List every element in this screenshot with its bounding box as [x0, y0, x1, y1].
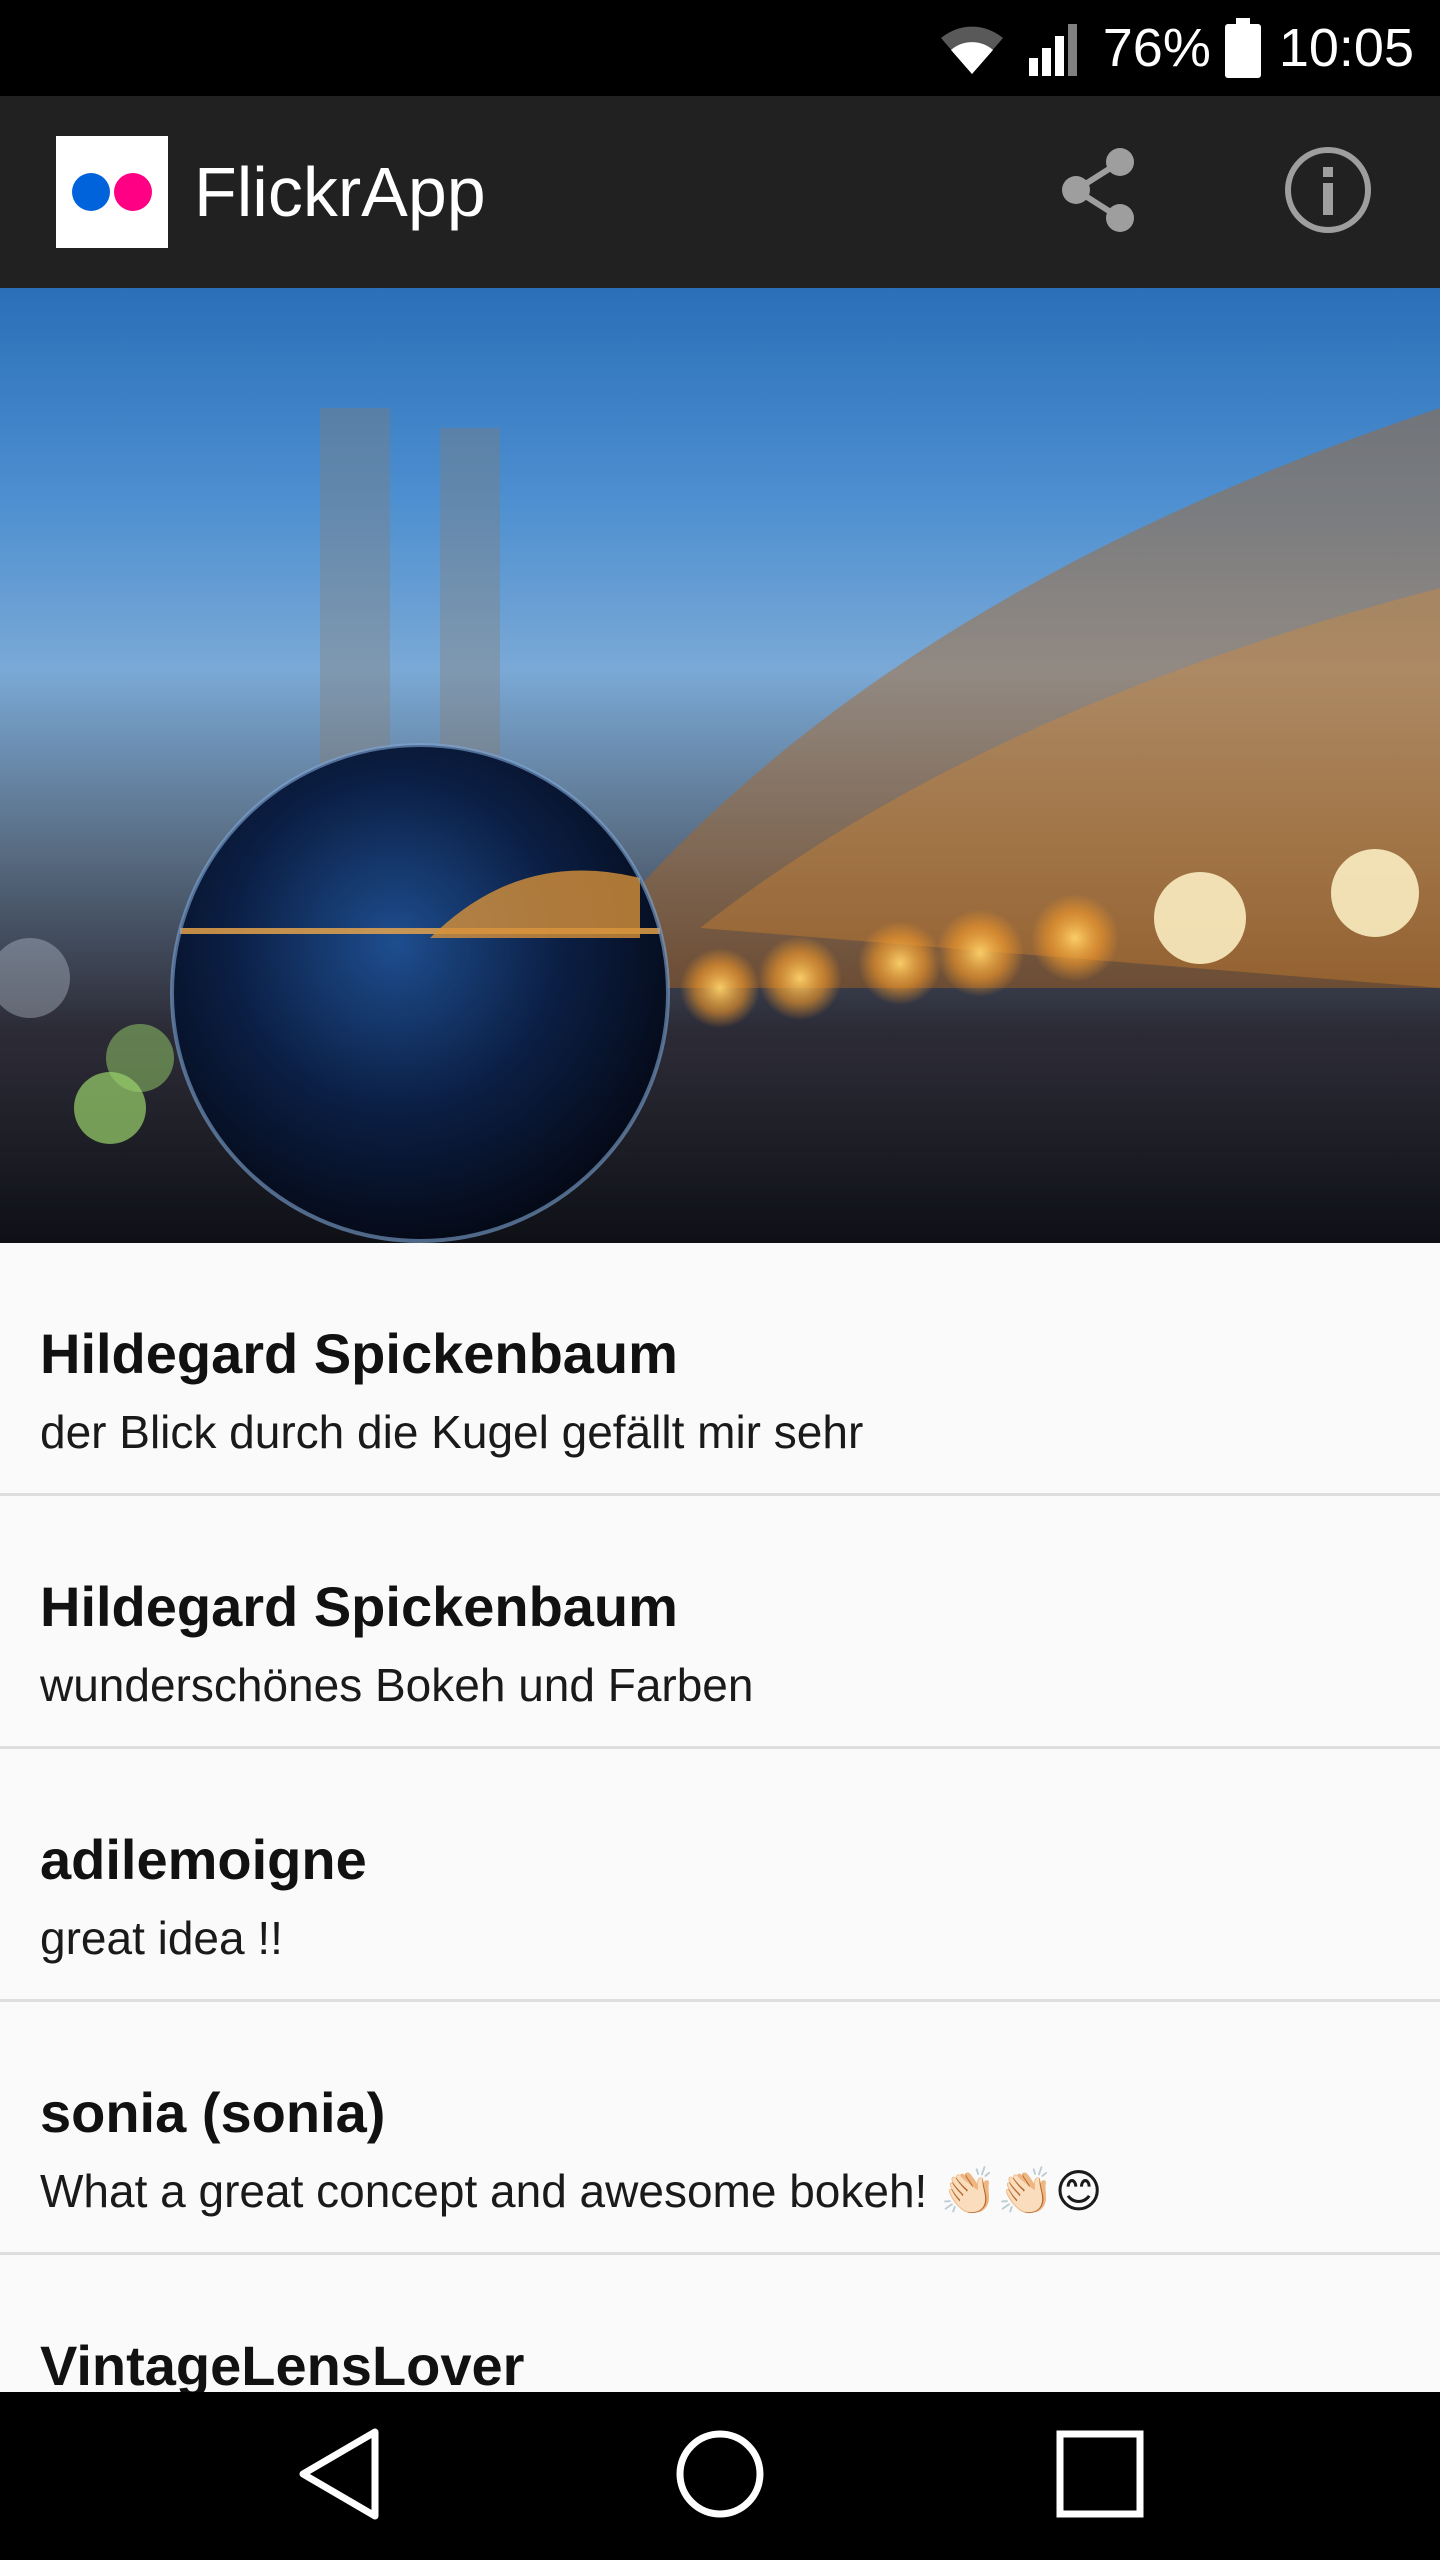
flickr-logo-icon — [56, 136, 168, 248]
share-icon — [1050, 142, 1146, 243]
comment-author: VintageLensLover — [40, 2334, 525, 2392]
app-bar: FlickrApp — [0, 96, 1440, 288]
comment-text: What a great concept and awesome bokeh! … — [40, 2165, 1103, 2217]
home-icon — [672, 2426, 768, 2527]
navigation-bar — [0, 2392, 1440, 2560]
list-item[interactable]: VintageLensLover — [0, 2255, 1440, 2392]
comment-author: Hildegard Spickenbaum — [40, 1322, 678, 1385]
comment-author: sonia (sonia) — [40, 2081, 386, 2144]
clock: 10:05 — [1278, 18, 1414, 78]
comment-text: great idea !! — [40, 1912, 283, 1964]
battery-percent: 76% — [1102, 18, 1211, 78]
photo-crystal-ball-bridge — [0, 408, 1440, 1243]
wifi-icon — [937, 20, 1007, 76]
photo-image[interactable] — [0, 288, 1440, 1243]
share-button[interactable] — [1048, 142, 1148, 242]
recents-button[interactable] — [1040, 2416, 1160, 2536]
list-item[interactable]: adilemoigne great idea !! — [0, 1749, 1440, 2002]
home-button[interactable] — [660, 2416, 780, 2536]
comment-text: der Blick durch die Kugel gefällt mir se… — [40, 1406, 864, 1458]
comment-author: Hildegard Spickenbaum — [40, 1575, 678, 1638]
list-item[interactable]: sonia (sonia) What a great concept and a… — [0, 2002, 1440, 2255]
status-bar: 76% 10:05 — [0, 0, 1440, 96]
app-title: FlickrApp — [194, 153, 486, 231]
battery-icon — [1224, 18, 1261, 78]
comment-text: wunderschönes Bokeh und Farben — [40, 1659, 754, 1711]
back-button[interactable] — [280, 2416, 400, 2536]
list-item[interactable]: Hildegard Spickenbaum der Blick durch di… — [0, 1243, 1440, 1496]
comment-author: adilemoigne — [40, 1828, 367, 1891]
info-button[interactable] — [1278, 142, 1378, 242]
signal-icon — [1025, 18, 1085, 78]
info-icon — [1283, 145, 1373, 240]
recents-icon — [1054, 2428, 1146, 2525]
list-item[interactable]: Hildegard Spickenbaum wunderschönes Boke… — [0, 1496, 1440, 1749]
back-icon — [295, 2424, 385, 2529]
comments-list[interactable]: Hildegard Spickenbaum der Blick durch di… — [0, 1243, 1440, 2392]
